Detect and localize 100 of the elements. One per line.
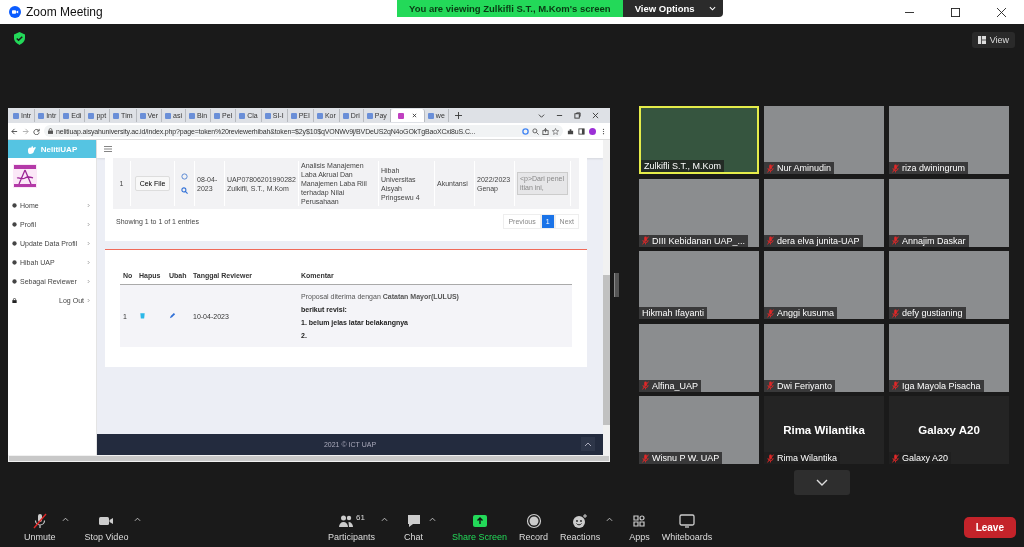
favicon-icon (139, 112, 146, 119)
hand-logo-icon (26, 144, 37, 154)
more-icon[interactable] (600, 127, 607, 135)
favicon-icon (264, 112, 271, 119)
name-label: Iga Mayola Pisacha (889, 379, 984, 392)
caret-up-icon[interactable] (429, 517, 437, 522)
menu-item-icon (12, 279, 17, 284)
record-button[interactable]: Record (513, 513, 555, 542)
reactions-button[interactable]: Reactions (554, 513, 607, 542)
name-label: Dwi Feriyanto (764, 379, 835, 392)
favicon-icon (189, 112, 195, 119)
caret-up-icon[interactable] (134, 517, 142, 522)
shield-icon[interactable] (14, 32, 25, 45)
chat-button[interactable]: Chat (398, 513, 430, 542)
favicon-icon (366, 112, 373, 119)
apps-icon (631, 513, 648, 529)
name-label: Zulkifli S.T., M.Kom (641, 160, 724, 172)
menu-item-icon (12, 241, 17, 246)
menu-item-icon (12, 260, 17, 265)
name-label: Annajim Daskar (889, 234, 969, 247)
favicon-icon (239, 112, 246, 119)
menu-item-icon (12, 222, 17, 227)
menu-item-icon (12, 203, 17, 208)
search-icon[interactable] (532, 127, 539, 135)
side-panel-icon[interactable] (578, 127, 585, 135)
view-button[interactable]: View (971, 32, 1015, 48)
close-icon[interactable] (592, 112, 599, 119)
chevron-right-icon (87, 241, 90, 246)
window-title: Zoom Meeting (26, 5, 103, 19)
chevron-up-icon (584, 441, 592, 447)
name-label: defy gustianing (889, 307, 966, 320)
brand-name: NelitiUAP (40, 144, 78, 154)
record-icon (525, 513, 542, 529)
reload-icon[interactable] (33, 127, 40, 135)
name-label: riza dwiningrum (889, 162, 969, 174)
zoom-logo-icon (9, 6, 21, 18)
scroll-top-button[interactable] (581, 437, 595, 451)
lock-icon (48, 128, 53, 134)
chevron-down-icon (816, 479, 828, 486)
people-icon (338, 513, 355, 529)
favicon-icon (165, 112, 172, 119)
chat-bubble-icon (405, 513, 422, 529)
horizontal-scrollbar[interactable] (8, 455, 610, 462)
view-options-button[interactable]: View Options (622, 0, 723, 17)
share-screen-icon (471, 513, 488, 529)
minimize-icon[interactable] (556, 112, 563, 119)
browser-tab[interactable] (390, 109, 425, 122)
favicon-icon (397, 112, 404, 119)
muted-mic-icon (31, 513, 48, 529)
name-label: Wisnu P W. UAP (639, 452, 723, 465)
restore-icon[interactable] (574, 112, 581, 119)
smiley-icon (572, 513, 589, 529)
chevron-down-icon[interactable] (538, 112, 545, 119)
participant-display-name: Rima Wilantika (783, 424, 865, 437)
chevron-right-icon (87, 222, 90, 227)
apps-button[interactable]: Apps (623, 513, 656, 542)
share-button[interactable]: Share Screen (446, 513, 514, 542)
name-label: Galaxy A20 (889, 452, 952, 465)
maximize-icon (950, 7, 960, 17)
favicon-icon (290, 112, 297, 119)
close-icon (996, 7, 1006, 17)
caret-icon (708, 6, 716, 11)
chevron-right-icon (87, 203, 90, 208)
back-icon[interactable] (11, 127, 18, 135)
name-label: dera elva junita-UAP (764, 234, 863, 247)
split-handle[interactable] (614, 273, 619, 297)
lock-icon (12, 298, 17, 303)
unmute-button[interactable]: Unmute (18, 513, 62, 542)
name-label: Hikmah Ifayanti (639, 307, 708, 320)
caret-up-icon[interactable] (61, 517, 69, 522)
favicon-icon (88, 112, 95, 119)
share-icon[interactable] (542, 127, 549, 135)
search-icon[interactable] (181, 187, 188, 195)
stop-video-button[interactable]: Stop Video (78, 513, 135, 542)
participants-button[interactable]: 61 Participants (322, 513, 382, 542)
favicon-icon (214, 112, 221, 119)
close-tab-icon[interactable] (411, 113, 417, 118)
favicon-icon (316, 112, 323, 119)
favicon-icon (427, 112, 434, 119)
caret-up-icon[interactable] (606, 517, 614, 522)
vertical-scrollbar[interactable] (603, 140, 610, 455)
chevron-right-icon (87, 260, 90, 265)
caret-up-icon[interactable] (381, 517, 389, 522)
chevron-right-icon (87, 298, 90, 303)
pencil-icon[interactable] (169, 312, 176, 320)
star-icon[interactable] (552, 127, 559, 135)
name-label: DIII Kebidanan UAP_... (639, 234, 749, 247)
name-label: Nur Aminudin (764, 162, 835, 174)
menu-icon[interactable] (104, 146, 112, 152)
leave-button[interactable]: Leave (963, 517, 1016, 538)
puzzle-icon[interactable] (567, 127, 574, 135)
whiteboard-icon (678, 513, 695, 529)
avatar-icon[interactable] (589, 127, 596, 135)
new-tab-icon[interactable] (454, 112, 462, 119)
university-logo-drawing (13, 164, 37, 188)
name-label: Rima Wilantika (764, 452, 840, 465)
favicon-icon (113, 112, 120, 119)
grid-icon (977, 36, 986, 44)
whiteboards-button[interactable]: Whiteboards (655, 513, 719, 542)
favicon-icon (342, 112, 349, 119)
